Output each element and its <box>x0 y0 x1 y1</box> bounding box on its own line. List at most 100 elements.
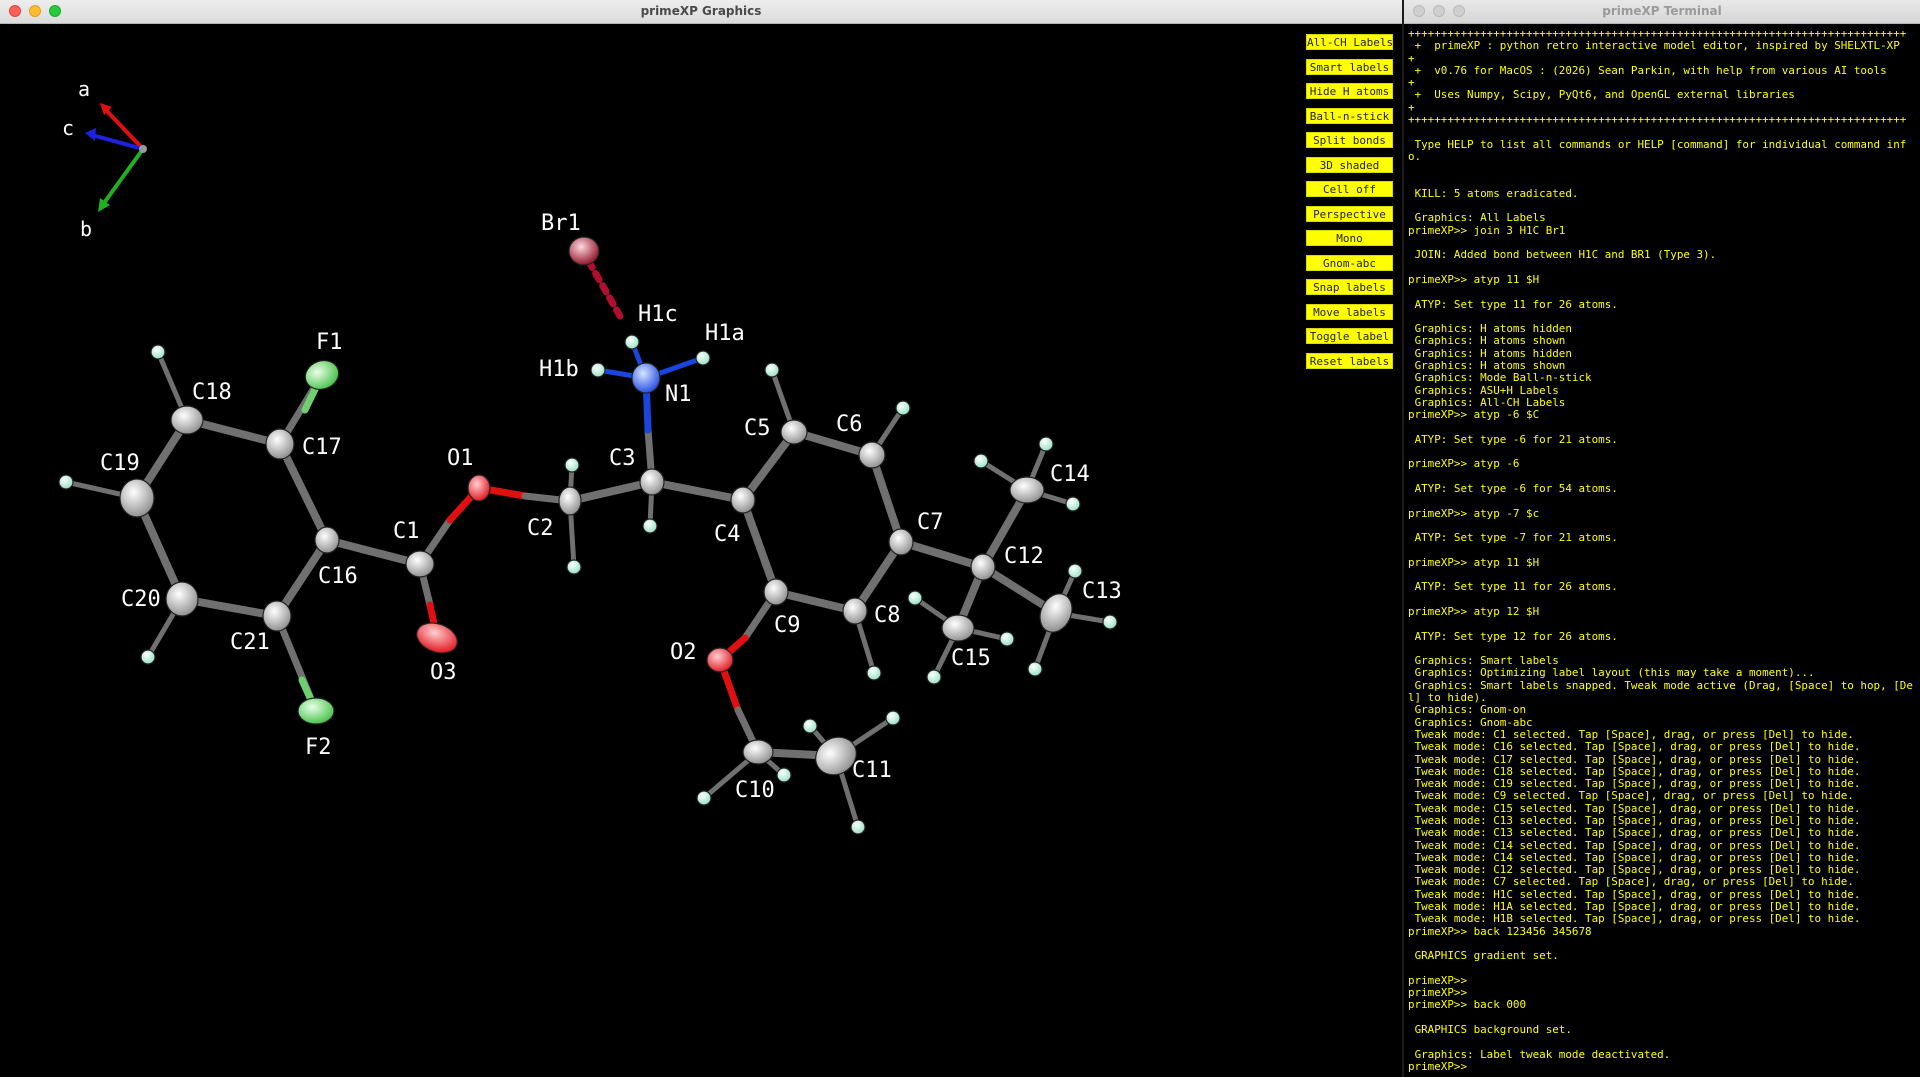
snap-labels-button[interactable]: Snap labels <box>1306 279 1393 295</box>
label-c16[interactable]: C16 <box>318 564 358 589</box>
atom-h14b[interactable] <box>973 453 989 469</box>
label-c6[interactable]: C6 <box>836 412 863 437</box>
atom-h1c[interactable] <box>624 334 640 350</box>
label-c5[interactable]: C5 <box>744 416 771 441</box>
label-c18[interactable]: C18 <box>192 380 232 405</box>
atom-c21[interactable] <box>262 600 292 632</box>
atom-h20[interactable] <box>140 649 156 665</box>
label-c2[interactable]: C2 <box>527 516 554 541</box>
cell-off-button[interactable]: Cell off <box>1306 181 1393 197</box>
atom-h13b[interactable] <box>1102 614 1118 630</box>
atom-h5[interactable] <box>764 362 780 378</box>
label-h1a[interactable]: H1a <box>705 321 745 346</box>
label-c19[interactable]: C19 <box>100 451 140 476</box>
label-o1[interactable]: O1 <box>447 446 474 471</box>
label-c10[interactable]: C10 <box>735 778 775 803</box>
gnom-abc-button[interactable]: Gnom-abc <box>1306 254 1393 271</box>
atom-c13[interactable] <box>1034 589 1078 638</box>
reset-labels-button[interactable]: Reset labels <box>1306 352 1393 369</box>
label-c13[interactable]: C13 <box>1082 579 1122 604</box>
terminal-titlebar[interactable]: primeXP Terminal <box>1404 0 1920 24</box>
atom-c9[interactable] <box>763 578 789 606</box>
label-f1[interactable]: F1 <box>316 330 343 355</box>
close-button[interactable] <box>9 5 21 17</box>
atom-c12[interactable] <box>970 553 996 581</box>
atom-c19[interactable] <box>119 478 155 518</box>
terminal-minimize-button[interactable] <box>1433 5 1445 17</box>
molecule-viewport[interactable]: a c b Br1 H1c H1a H1b N1 F1 F2 O1 O2 O3 … <box>0 24 1300 1074</box>
hydrogen-atoms[interactable] <box>58 334 1118 835</box>
carbon-atoms[interactable] <box>119 405 1078 782</box>
atom-c4[interactable] <box>730 486 756 514</box>
label-c21[interactable]: C21 <box>230 630 270 655</box>
atom-h2a[interactable] <box>564 457 580 473</box>
atom-h1b[interactable] <box>590 362 606 378</box>
label-c11[interactable]: C11 <box>852 758 892 783</box>
atom-h14a[interactable] <box>1038 436 1054 452</box>
atom-h15b[interactable] <box>999 631 1015 647</box>
atom-br1[interactable] <box>568 236 600 266</box>
hide-h-atoms-button[interactable]: Hide H atoms <box>1306 83 1393 99</box>
atom-c8[interactable] <box>842 597 868 625</box>
label-c15[interactable]: C15 <box>951 646 991 671</box>
atom-c14[interactable] <box>1009 476 1045 504</box>
atom-h1a[interactable] <box>695 350 711 366</box>
atom-c2[interactable] <box>558 486 582 516</box>
atom-c7[interactable] <box>888 528 914 556</box>
label-c3[interactable]: C3 <box>609 446 636 471</box>
atom-h11a[interactable] <box>802 718 818 734</box>
label-h1b[interactable]: H1b <box>539 357 579 382</box>
label-c12[interactable]: C12 <box>1004 544 1044 569</box>
atom-h15a[interactable] <box>907 590 923 606</box>
atom-h13a[interactable] <box>1067 563 1083 579</box>
label-f2[interactable]: F2 <box>305 735 332 760</box>
terminal-output[interactable]: ++++++++++++++++++++++++++++++++++++++++… <box>1408 27 1916 1073</box>
atom-h10a[interactable] <box>696 790 712 806</box>
atom-h10b[interactable] <box>776 767 792 783</box>
split-bonds-button[interactable]: Split bonds <box>1306 132 1393 148</box>
atom-o1[interactable] <box>467 474 491 502</box>
atom-h11c[interactable] <box>850 819 866 835</box>
label-c17[interactable]: C17 <box>302 435 342 460</box>
zoom-button[interactable] <box>49 5 61 17</box>
atom-c10[interactable] <box>742 739 774 765</box>
atom-f2[interactable] <box>297 697 335 725</box>
atom-h14c[interactable] <box>1065 496 1081 512</box>
label-c9[interactable]: C9 <box>774 613 801 638</box>
atom-h18[interactable] <box>150 344 166 360</box>
mono-button[interactable]: Mono <box>1306 230 1393 246</box>
atom-c16[interactable] <box>314 526 340 554</box>
atom-h13c[interactable] <box>1027 661 1043 677</box>
atom-h6[interactable] <box>895 400 911 416</box>
atom-c18[interactable] <box>170 405 204 435</box>
move-labels-button[interactable]: Move labels <box>1306 303 1393 320</box>
atom-c5[interactable] <box>780 419 808 445</box>
atom-n1[interactable] <box>631 362 661 394</box>
atom-h15c[interactable] <box>926 669 942 685</box>
label-c7[interactable]: C7 <box>917 510 944 535</box>
label-c1[interactable]: C1 <box>393 519 420 544</box>
atom-h3[interactable] <box>642 518 658 534</box>
minimize-button[interactable] <box>29 5 41 17</box>
graphics-titlebar[interactable]: primeXP Graphics <box>0 0 1402 24</box>
label-c8[interactable]: C8 <box>874 603 901 628</box>
perspective-button[interactable]: Perspective <box>1306 205 1393 222</box>
atom-c20[interactable] <box>165 581 199 617</box>
smart-labels-button[interactable]: Smart labels <box>1306 58 1393 75</box>
label-n1[interactable]: N1 <box>665 382 692 407</box>
atom-o3[interactable] <box>412 618 461 659</box>
atom-f1[interactable] <box>301 356 343 394</box>
atom-c15[interactable] <box>941 614 975 642</box>
label-c14[interactable]: C14 <box>1050 462 1090 487</box>
label-h1c[interactable]: H1c <box>638 302 678 327</box>
label-br1[interactable]: Br1 <box>541 211 581 236</box>
atom-h19[interactable] <box>58 474 74 490</box>
label-c20[interactable]: C20 <box>121 587 161 612</box>
atom-c6[interactable] <box>858 441 886 469</box>
label-o3[interactable]: O3 <box>430 660 457 685</box>
atom-c3[interactable] <box>639 468 665 496</box>
label-c4[interactable]: C4 <box>714 522 741 547</box>
toggle-label-button[interactable]: Toggle label <box>1306 328 1393 344</box>
atom-c17[interactable] <box>265 428 295 460</box>
atom-o2[interactable] <box>706 647 734 673</box>
